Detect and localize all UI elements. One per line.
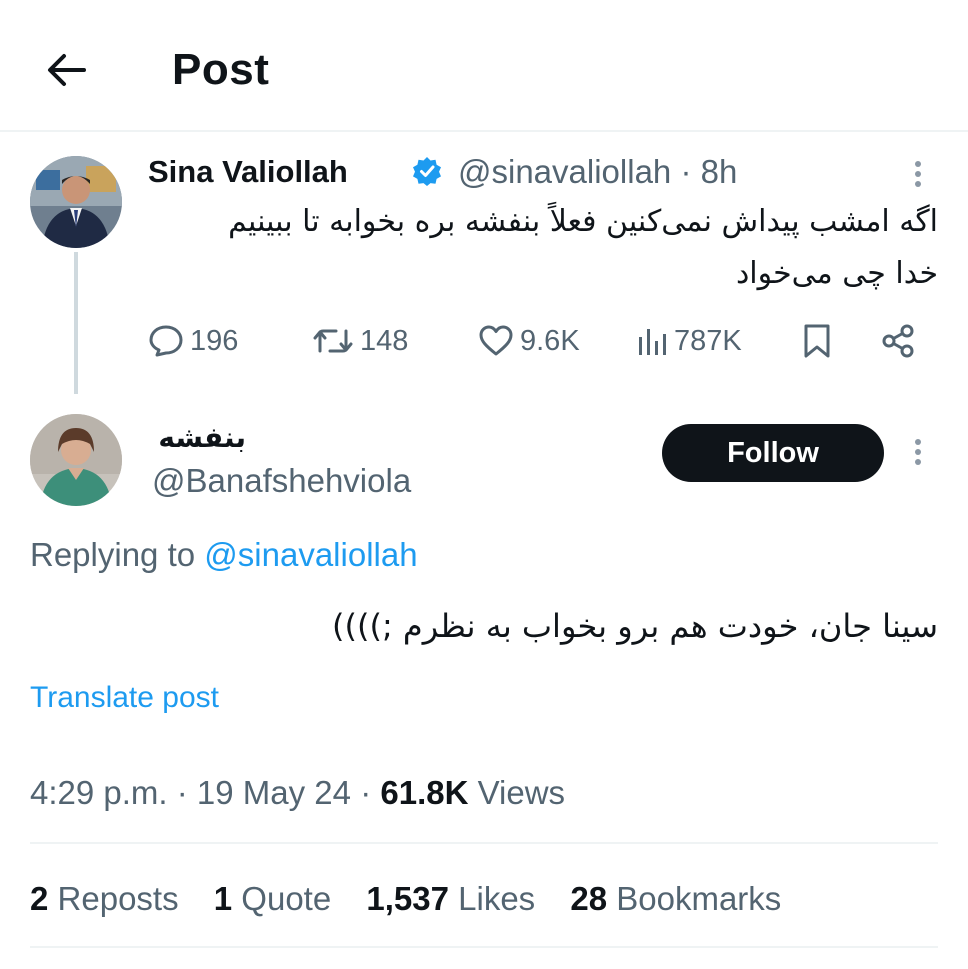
divider	[30, 842, 938, 844]
reposts-stat[interactable]: 2 Reposts	[30, 878, 179, 920]
author-handle[interactable]: @sinavaliollah	[458, 153, 671, 190]
tweet-text: اگه امشب پیداش نمی‌کنین فعلاً بنفشه بره …	[138, 196, 938, 300]
more-options-icon[interactable]	[912, 158, 924, 194]
post-time[interactable]: 4:29 p.m.	[30, 774, 168, 811]
views-button[interactable]: 787K	[636, 316, 742, 366]
avatar-sina[interactable]	[30, 156, 122, 248]
reply-button[interactable]: 196	[148, 316, 238, 366]
tweet-text-line-1: اگه امشب پیداش نمی‌کنین فعلاً بنفشه بره …	[228, 204, 938, 239]
avatar-banafsheh[interactable]	[30, 414, 122, 506]
verified-badge-icon	[413, 157, 441, 186]
like-count: 9.6K	[520, 324, 580, 357]
repost-button[interactable]: 148	[312, 316, 408, 366]
separator-dot: ·	[680, 153, 692, 190]
heart-icon	[479, 325, 513, 356]
reply-count: 196	[190, 324, 239, 357]
more-options-icon[interactable]	[912, 436, 924, 472]
reply-author-handle[interactable]: @Banafshehviola	[152, 460, 411, 502]
back-button[interactable]	[40, 44, 92, 96]
quotes-stat[interactable]: 1 Quote	[214, 878, 331, 920]
analytics-icon	[639, 329, 666, 355]
reply-text: سینا جان، خودت هم برو بخواب به نظرم ;)))…	[332, 607, 938, 645]
repost-icon	[313, 329, 353, 353]
author-handle-line: @sinavaliollah · 8h	[458, 152, 737, 192]
tweet-actions: 196 148 9.6K 787K	[148, 316, 928, 366]
views-label: Views	[477, 774, 566, 811]
arrow-left-icon	[48, 54, 86, 86]
thread-connector	[74, 252, 78, 394]
replying-to-label: Replying to	[30, 536, 196, 573]
divider	[30, 946, 938, 948]
like-button[interactable]: 9.6K	[478, 316, 580, 366]
bookmark-icon	[804, 324, 830, 358]
page-title: Post	[172, 45, 270, 94]
likes-stat[interactable]: 1,537 Likes	[366, 878, 535, 920]
bookmarks-stat[interactable]: 28 Bookmarks	[570, 878, 781, 920]
follow-button[interactable]: Follow	[662, 424, 884, 482]
share-icon	[882, 324, 914, 358]
post-meta: 4:29 p.m. · 19 May 24 · 61.8K Views	[30, 774, 566, 811]
post-age[interactable]: 8h	[701, 153, 738, 190]
reply-icon	[149, 325, 183, 357]
views-count: 787K	[674, 324, 742, 357]
post-date[interactable]: 19 May 24	[197, 774, 351, 811]
views-total: 61.8K	[380, 774, 469, 811]
replying-to: Replying to @sinavaliollah	[30, 534, 418, 576]
tweet-text-line-2: خدا چی می‌خواد	[735, 256, 938, 291]
author-name[interactable]: Sina Valiollah	[148, 154, 348, 190]
bookmark-button[interactable]	[802, 316, 832, 366]
replying-to-handle[interactable]: @sinavaliollah	[204, 536, 417, 573]
engagement-stats: 2 Reposts 1 Quote 1,537 Likes 28 Bookmar…	[30, 878, 807, 920]
reply-author-name[interactable]: بنفشه	[158, 420, 246, 456]
translate-post-link[interactable]: Translate post	[30, 678, 219, 718]
top-bar: Post	[0, 0, 968, 132]
repost-count: 148	[360, 324, 409, 357]
share-button[interactable]	[880, 316, 916, 366]
